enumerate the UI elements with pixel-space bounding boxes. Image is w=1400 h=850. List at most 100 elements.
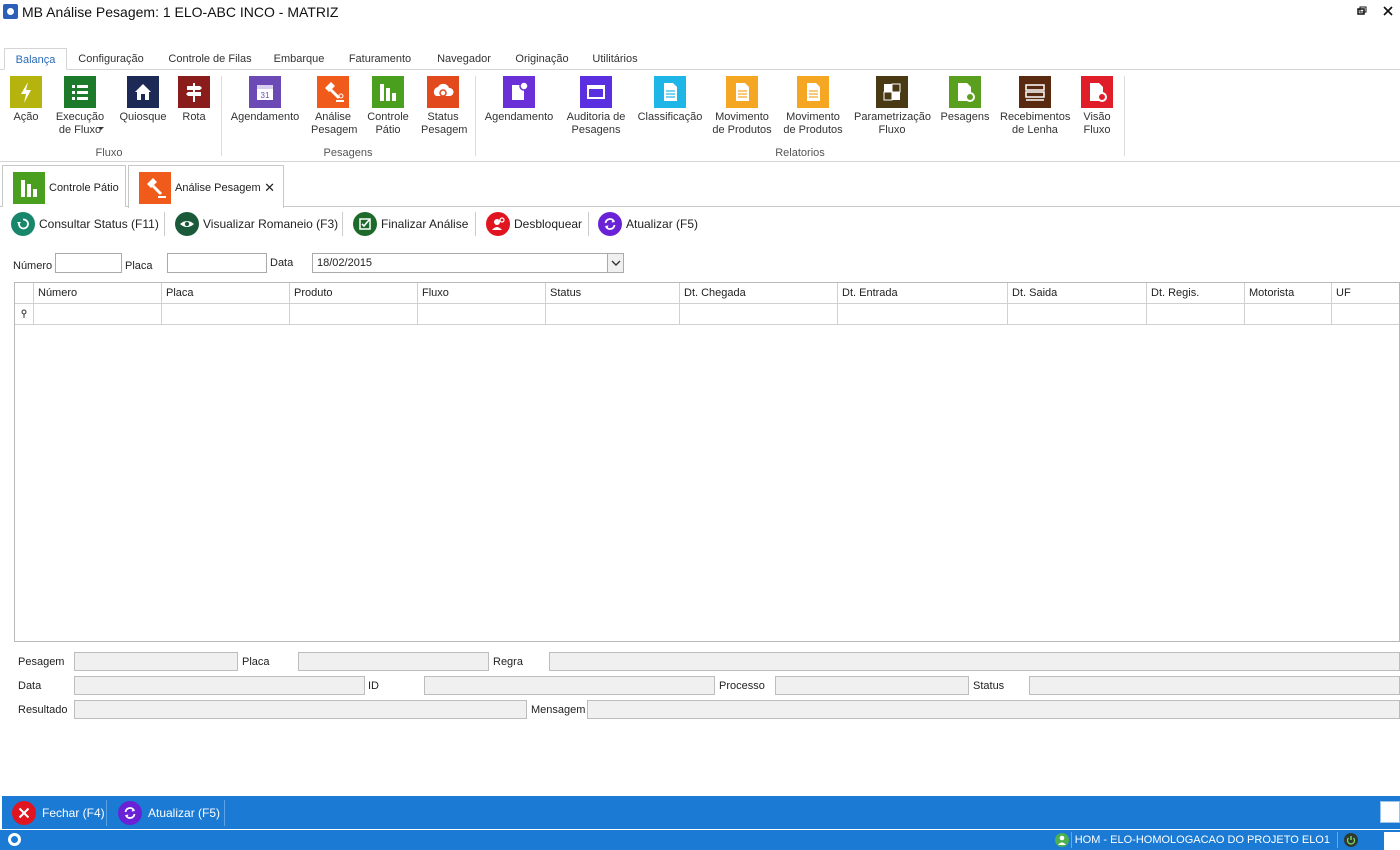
data-input[interactable]: 18/02/2015 [312,253,624,273]
kiosk-icon [127,76,159,108]
globe-icon [8,833,21,846]
eye-icon [175,212,199,236]
chevron-down-icon[interactable] [98,127,104,130]
tab-utilitarios[interactable]: Utilitários [586,48,644,70]
tab-navegador[interactable]: Navegador [430,48,498,70]
desbloquear-button[interactable]: Desbloquear [486,212,582,236]
column-header-produto[interactable]: Produto [289,283,417,304]
gavel-icon [317,76,349,108]
finalizar-analise-button[interactable]: Finalizar Análise [353,212,468,236]
close-icon [12,801,36,825]
placa-input[interactable] [167,253,267,273]
tab-controle-de-filas[interactable]: Controle de Filas [160,48,260,70]
column-header-motorista[interactable]: Motorista [1244,283,1331,304]
column-header-fluxo[interactable]: Fluxo [417,283,545,304]
fechar-button[interactable]: Fechar (F4) [12,800,105,826]
panel-icon [1019,76,1051,108]
data-field [74,676,365,695]
auditoria-de-pesagens-button[interactable]: Auditoria de Pesagens [562,76,630,137]
doc-tab-analise-pesagem[interactable]: Análise Pesagem ✕ [128,165,284,208]
movimento-de-produtos-label: Movimento de Produtos [783,111,843,136]
grid-header: Número Placa Produto Fluxo Status Dt. Ch… [15,283,1399,304]
rota-button[interactable]: Rota [176,76,212,124]
processo-field [775,676,969,695]
status-panel-toggle[interactable] [1384,832,1400,850]
unlock-user-icon [486,212,510,236]
id-field [424,676,715,695]
filter-cell[interactable] [161,304,289,325]
column-header-dt-regis[interactable]: Dt. Regis. [1146,283,1244,304]
filter-cell[interactable] [33,304,161,325]
visao-fluxo-button[interactable]: Visão Fluxo [1078,76,1116,137]
consultar-status-label: Consultar Status (F11) [39,217,159,231]
filter-cell[interactable] [679,304,837,325]
close-icon[interactable] [1382,5,1394,17]
regra-label: Regra [493,656,523,668]
power-icon[interactable] [1344,833,1358,847]
tab-originacao[interactable]: Originação [508,48,576,70]
filter-cell[interactable] [837,304,1007,325]
column-header-dt-saida[interactable]: Dt. Saida [1007,283,1146,304]
auditoria-de-pesagens-label: Auditoria de Pesagens [566,111,626,136]
atualizar-bottom-button[interactable]: Atualizar (F5) [118,800,220,826]
filter-cell[interactable] [1244,304,1331,325]
close-tab-icon[interactable]: ✕ [264,180,275,196]
visao-fluxo-label: Visão Fluxo [1083,111,1111,136]
column-header-status[interactable]: Status [545,283,679,304]
acao-button[interactable]: Ação [6,76,46,124]
column-header-placa[interactable]: Placa [161,283,289,304]
analise-pesagem-button[interactable]: Análise Pesagem [308,76,358,137]
tab-faturamento[interactable]: Faturamento [342,48,418,70]
filter-cell[interactable] [1007,304,1146,325]
document-icon [654,76,686,108]
desbloquear-label: Desbloquear [514,217,583,231]
atualizar-label: Atualizar (F5) [626,217,699,231]
numero-input[interactable] [55,253,122,273]
tab-embarque[interactable]: Embarque [268,48,330,70]
parametrizacao-fluxo-button[interactable]: Parametrização Fluxo [852,76,932,137]
agendamento-button[interactable]: 31 Agendamento [228,76,302,124]
doc-tab-label: Análise Pesagem [175,182,261,194]
column-header-dt-entrada[interactable]: Dt. Entrada [837,283,1007,304]
relatorio-agendamento-button[interactable]: Agendamento [482,76,556,124]
atualizar-button[interactable]: Atualizar (F5) [598,212,698,236]
doc-tab-controle-patio[interactable]: Controle Pátio [2,165,126,207]
movimento-de-produtos-button-2[interactable]: Movimento de Produtos [780,76,846,137]
visualizar-romaneio-button[interactable]: Visualizar Romaneio (F3) [175,212,338,236]
cloud-sync-icon [427,76,459,108]
recebimentos-de-lenha-button[interactable]: Recebimentos de Lenha [998,76,1072,137]
tab-balanca[interactable]: Balança [4,48,67,70]
status-pesagem-button[interactable]: Status Pesagem [418,76,468,137]
pesagens-button[interactable]: Pesagens [938,76,992,124]
acao-label: Ação [13,111,39,123]
analise-pesagem-label: Análise Pesagem [311,111,358,136]
recebimentos-de-lenha-label: Recebimentos de Lenha [1000,111,1071,136]
results-grid[interactable]: Número Placa Produto Fluxo Status Dt. Ch… [14,282,1400,642]
column-header-dt-chegada[interactable]: Dt. Chegada [679,283,837,304]
filter-cell[interactable] [1146,304,1244,325]
date-dropdown-button[interactable] [607,254,623,272]
placa-field [298,652,489,671]
document-icon [726,76,758,108]
controle-patio-button[interactable]: Controle Pátio [364,76,412,137]
filter-cell[interactable] [417,304,545,325]
restore-icon[interactable] [1356,5,1368,17]
filter-cell[interactable] [1331,304,1399,325]
resultado-field [74,700,527,719]
quiosque-button[interactable]: Quiosque [116,76,170,124]
status-separator [1337,832,1338,848]
finalizar-analise-label: Finalizar Análise [381,217,469,231]
filter-cell[interactable] [289,304,417,325]
group-separator [1124,76,1125,156]
environment-indicator: HOM - ELO-HOMOLOGACAO DO PROJETO ELO1 [1054,833,1330,847]
controle-patio-label: Controle Pátio [367,111,409,136]
column-header-numero[interactable]: Número [33,283,163,304]
filter-cell[interactable] [545,304,679,325]
column-header-uf[interactable]: UF [1331,283,1399,304]
panel-toggle[interactable] [1380,801,1400,823]
tab-configuracao[interactable]: Configuração [72,48,150,70]
pesagem-field [74,652,238,671]
consultar-status-button[interactable]: Consultar Status (F11) [11,212,159,236]
classificacao-button[interactable]: Classificação [636,76,704,124]
movimento-de-produtos-button-1[interactable]: Movimento de Produtos [710,76,774,137]
